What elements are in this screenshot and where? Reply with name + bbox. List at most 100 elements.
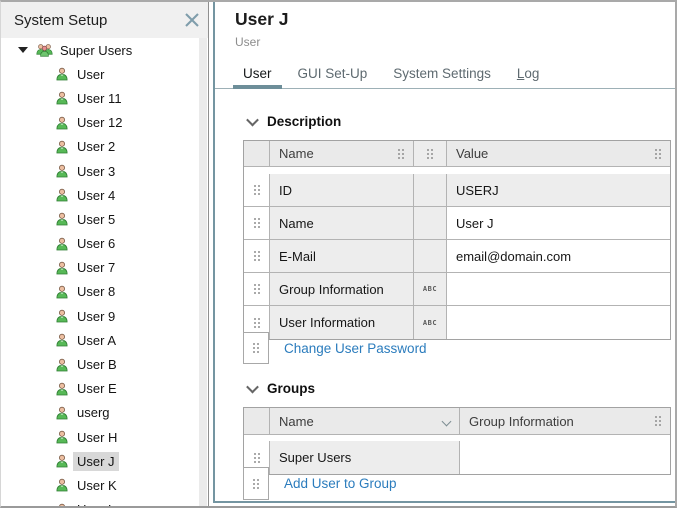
field-value-email[interactable]: email@domain.com [447,240,670,273]
row-drag-handle[interactable] [244,273,270,306]
text-type-icon: ABC [414,273,447,306]
user-icon [55,333,69,347]
field-label-email: E-Mail [270,240,414,273]
caret-down-icon[interactable] [18,47,28,53]
user-icon [55,91,69,105]
page-title: User J [235,9,289,30]
user-icon [55,406,69,420]
tree-item-super-users[interactable]: Super Users [1,38,199,62]
tree-item-user[interactable]: User 5 [1,207,199,231]
corner-header-cell [244,408,270,435]
tree-root-label: Super Users [56,41,136,60]
user-tree: Super Users User User 11 User 12 User 2 User… [1,38,199,506]
chevron-down-icon[interactable] [246,113,259,126]
field-label-group-information: Group Information [270,273,414,306]
tab-user[interactable]: User [233,59,282,88]
tab-log[interactable]: Log [507,59,550,88]
tree-item-user[interactable]: User 8 [1,280,199,304]
tree-item-user[interactable]: User 12 [1,111,199,135]
field-type-cell [414,207,447,240]
user-icon [55,67,69,81]
drag-dots-icon [254,284,260,294]
sidebar-scrollbar[interactable] [199,38,207,506]
tree-item-label: User 8 [73,282,119,301]
row-drag-handle[interactable] [243,467,269,500]
tree-item-user[interactable]: User 4 [1,183,199,207]
column-menu-icon[interactable] [655,416,661,426]
user-icon [55,478,69,492]
user-icon [55,382,69,396]
field-label-name: Name [270,207,414,240]
change-user-password-link[interactable]: Change User Password [284,341,427,356]
tree-item-label: User [73,65,108,84]
row-drag-handle[interactable] [244,174,270,207]
tab-system-settings[interactable]: System Settings [383,59,501,88]
tree-item-user[interactable]: User 7 [1,256,199,280]
column-menu-icon[interactable] [398,149,404,159]
sidebar-panel: System Setup Super Users [1,2,209,506]
drag-dots-icon [254,185,260,195]
user-icon [55,188,69,202]
window: System Setup Super Users [0,0,677,508]
user-icon [55,212,69,226]
column-header-value[interactable]: Value [447,141,670,167]
groups-section-header[interactable]: Groups [248,379,315,397]
tab-gui-set-up[interactable]: GUI Set-Up [288,59,378,88]
tree-item-label: User 2 [73,137,119,156]
row-drag-handle[interactable] [243,332,269,364]
tab-bar: User GUI Set-Up System Settings Log [215,59,675,89]
tree-item-label: User 4 [73,186,119,205]
field-type-cell [414,174,447,207]
user-icon [55,454,69,468]
tree-item-user[interactable]: User 3 [1,159,199,183]
tree-item-label: User J [73,452,119,471]
drag-dots-icon [254,453,260,463]
field-value-name[interactable]: User J [447,207,670,240]
tree-item-user[interactable]: User B [1,352,199,376]
column-menu-icon[interactable] [655,149,661,159]
groups-heading: Groups [267,381,315,396]
tree-item-label: User L [73,500,119,506]
column-header-name[interactable]: Name [270,141,414,167]
column-header-group-name[interactable]: Name [270,408,460,435]
add-user-to-group-link[interactable]: Add User to Group [284,476,397,491]
field-value-id[interactable]: USERJ [447,174,670,207]
tree-item-label: User A [73,331,120,350]
tree-item-user[interactable]: User H [1,425,199,449]
user-icon [55,309,69,323]
add-user-to-group-row: Add User to Group [243,467,669,500]
column-header-type[interactable] [414,141,447,167]
user-icon [55,430,69,444]
field-value-group-information[interactable] [447,273,670,306]
close-icon[interactable] [181,9,203,31]
tree-item-label: User B [73,355,121,374]
column-menu-icon[interactable] [427,149,433,159]
tree-item-user[interactable]: User E [1,377,199,401]
tree-item-user[interactable]: User J [1,449,199,473]
description-section-header[interactable]: Description [248,112,341,130]
tree-item-user[interactable]: User 11 [1,86,199,110]
chevron-down-icon[interactable] [246,380,259,393]
tree-item-user[interactable]: User 9 [1,304,199,328]
tree-item-label: User 3 [73,162,119,181]
sidebar-header: System Setup [1,2,208,38]
tree-item-user[interactable]: userg [1,401,199,425]
row-drag-handle[interactable] [244,240,270,273]
tree-item-user[interactable]: User 6 [1,232,199,256]
row-drag-handle[interactable] [244,207,270,240]
tree-item-label: User 12 [73,113,127,132]
tree-item-user[interactable]: User 2 [1,135,199,159]
tree-item-user[interactable]: User K [1,473,199,497]
tree-item-label: User 6 [73,234,119,253]
tree-item-user[interactable]: User [1,62,199,86]
tree-item-user[interactable]: User A [1,328,199,352]
tree-item-label: User 5 [73,210,119,229]
sort-chevron-icon[interactable] [442,416,452,426]
tree-item-user[interactable]: User L [1,498,199,506]
drag-dots-icon [254,251,260,261]
tree-item-label: User K [73,476,121,495]
user-icon [55,503,69,506]
column-header-group-information[interactable]: Group Information [460,408,670,435]
tree-item-label: User 11 [73,89,126,108]
field-label-id: ID [270,174,414,207]
